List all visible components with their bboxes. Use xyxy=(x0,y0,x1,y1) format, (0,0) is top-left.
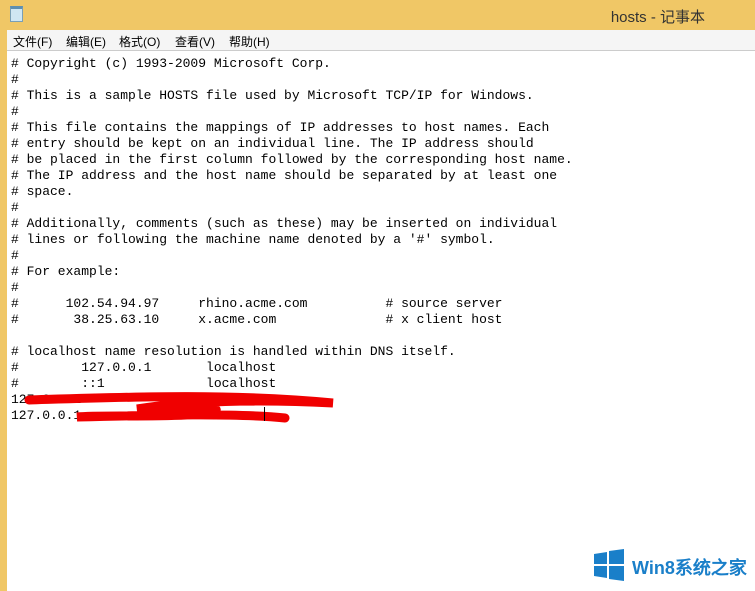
menu-edit[interactable]: 编辑(E) xyxy=(66,33,106,50)
menu-help[interactable]: 帮助(H) xyxy=(229,33,270,50)
windows-logo-icon xyxy=(594,549,624,581)
window-title: hosts - 记事本 xyxy=(610,9,705,26)
watermark-logo: Win8系统之家 xyxy=(592,548,752,584)
menu-file[interactable]: 文件(F) xyxy=(13,33,52,50)
title-bar: hosts - 记事本 xyxy=(0,0,755,30)
menu-format[interactable]: 格式(O) xyxy=(119,33,160,50)
red-scribble-redaction xyxy=(24,392,334,423)
watermark-text: Win8系统之家 xyxy=(632,558,747,578)
menu-bar: 文件(F) 编辑(E) 格式(O) 查看(V) 帮助(H) xyxy=(7,30,755,50)
notepad-icon xyxy=(10,6,23,22)
text-caret xyxy=(264,407,265,421)
text-editor[interactable]: 127.0.0.1 127.0.0.1 # ::1 localhost # 127.0… xyxy=(7,50,755,591)
menu-view[interactable]: 查看(V) xyxy=(175,33,215,50)
